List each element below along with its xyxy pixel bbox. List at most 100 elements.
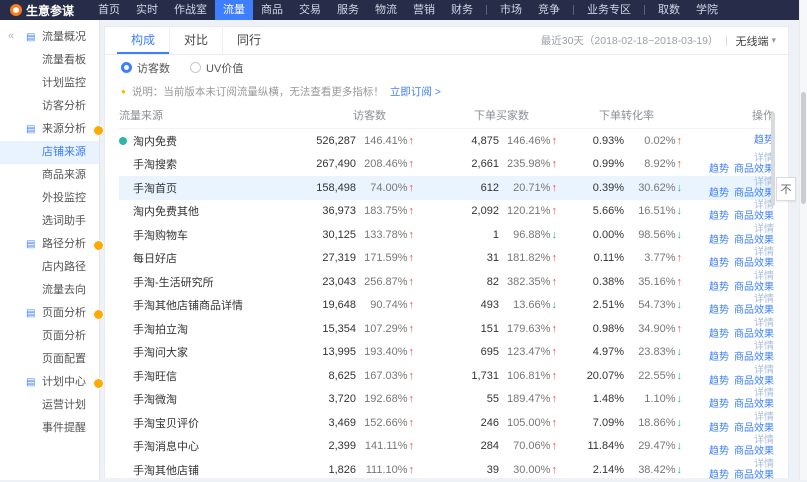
nav-item-首页[interactable]: 首页 xyxy=(90,0,128,20)
action-link-商品效果[interactable]: 商品效果 xyxy=(734,446,774,457)
nav-item-取数[interactable]: 取数 xyxy=(650,0,688,20)
action-link-详情[interactable]: 详情 xyxy=(754,388,774,399)
table-row[interactable]: 手淘拍立淘15,354107.29%↑151179.63%↑0.98%34.90… xyxy=(119,317,774,341)
action-link-商品效果[interactable]: 商品效果 xyxy=(734,211,774,222)
nav-item-财务[interactable]: 财务 xyxy=(443,0,481,20)
table-row[interactable]: 手淘问大家13,995193.40%↑695123.47%↑4.97%23.83… xyxy=(119,341,774,365)
action-link-商品效果[interactable]: 商品效果 xyxy=(734,352,774,363)
nav-item-竞争[interactable]: 竞争 xyxy=(530,0,568,20)
nav-item-商品[interactable]: 商品 xyxy=(253,0,291,20)
table-scrollbar-thumb[interactable] xyxy=(771,112,775,206)
action-link-趋势[interactable]: 趋势 xyxy=(709,470,729,481)
table-row[interactable]: 手淘消息中心2,399141.11%↑28470.06%↑11.84%29.47… xyxy=(119,435,774,459)
action-link-详情[interactable]: 详情 xyxy=(754,294,774,305)
action-link-详情[interactable]: 详情 xyxy=(754,271,774,282)
nav-item-物流[interactable]: 物流 xyxy=(367,0,405,20)
sidebar-item-外投监控[interactable]: 外投监控 xyxy=(0,187,99,210)
tab-构成[interactable]: 构成 xyxy=(117,28,169,54)
metric-option-UV价值[interactable]: UV价值 xyxy=(190,60,243,76)
sidebar-item-店铺来源[interactable]: 店铺来源 xyxy=(0,141,99,164)
action-link-商品效果[interactable]: 商品效果 xyxy=(734,258,774,269)
sidebar-item-路径分析[interactable]: ▤路径分析 xyxy=(0,233,99,256)
action-link-详情[interactable]: 详情 xyxy=(754,341,774,352)
metric-option-访客数[interactable]: 访客数 xyxy=(121,60,170,76)
scrollbar-thumb[interactable] xyxy=(801,92,806,204)
feedback-tab[interactable]: 不 xyxy=(776,177,796,201)
action-link-趋势[interactable]: 趋势 xyxy=(709,235,729,246)
tab-同行[interactable]: 同行 xyxy=(222,28,275,54)
action-link-趋势[interactable]: 趋势 xyxy=(709,352,729,363)
table-row[interactable]: 每日好店27,319171.59%↑31181.82%↑0.11%3.77%↑详… xyxy=(119,247,774,271)
sidebar-item-计划监控[interactable]: 计划监控 xyxy=(0,72,99,95)
table-row[interactable]: 手淘购物车30,125133.78%↑196.88%↓0.00%98.56%↓详… xyxy=(119,223,774,247)
sidebar-item-事件提醒[interactable]: 事件提醒 xyxy=(0,417,99,440)
table-row[interactable]: 手淘首页158,49874.00%↑61220.71%↑0.39%30.62%↓… xyxy=(119,176,774,200)
action-link-商品效果[interactable]: 商品效果 xyxy=(734,305,774,316)
action-link-商品效果[interactable]: 商品效果 xyxy=(734,282,774,293)
nav-item-流量[interactable]: 流量 xyxy=(215,0,253,20)
table-row[interactable]: 手淘旺信8,625167.03%↑1,731106.81%↑20.07%22.5… xyxy=(119,364,774,388)
tab-对比[interactable]: 对比 xyxy=(169,28,222,54)
action-link-详情[interactable]: 详情 xyxy=(754,224,774,235)
action-link-详情[interactable]: 详情 xyxy=(754,412,774,423)
action-link-趋势[interactable]: 趋势 xyxy=(709,164,729,175)
table-row[interactable]: 淘内免费其他36,973183.75%↑2,092120.21%↑5.66%16… xyxy=(119,200,774,224)
action-link-趋势[interactable]: 趋势 xyxy=(709,399,729,410)
action-link-商品效果[interactable]: 商品效果 xyxy=(734,423,774,434)
sidebar-item-流量概况[interactable]: ▤流量概况 xyxy=(0,26,99,49)
action-link-详情[interactable]: 详情 xyxy=(754,365,774,376)
sidebar-item-来源分析[interactable]: ▤来源分析 xyxy=(0,118,99,141)
table-row[interactable]: 手淘其他店铺1,826111.10%↑3930.00%↑2.14%38.42%↓… xyxy=(119,458,774,482)
action-link-商品效果[interactable]: 商品效果 xyxy=(734,188,774,199)
sidebar-item-选词助手[interactable]: 选词助手 xyxy=(0,210,99,233)
action-link-趋势[interactable]: 趋势 xyxy=(709,282,729,293)
sidebar-item-流量看板[interactable]: 流量看板 xyxy=(0,49,99,72)
nav-item-业务专区[interactable]: 业务专区 xyxy=(579,0,639,20)
date-range-selector[interactable]: 最近30天（2018-02-18~2018-03-19） xyxy=(541,33,719,48)
action-link-趋势[interactable]: 趋势 xyxy=(709,211,729,222)
action-link-趋势[interactable]: 趋势 xyxy=(709,446,729,457)
sidebar-item-页面配置[interactable]: 页面配置 xyxy=(0,348,99,371)
nav-item-实时[interactable]: 实时 xyxy=(128,0,166,20)
sidebar-item-计划中心[interactable]: ▤计划中心 xyxy=(0,371,99,394)
sidebar-item-页面分析[interactable]: 页面分析 xyxy=(0,325,99,348)
device-dropdown[interactable]: 无线端 ▾ xyxy=(735,33,776,49)
nav-item-学院[interactable]: 学院 xyxy=(688,0,726,20)
page-scrollbar[interactable] xyxy=(799,0,807,480)
action-link-详情[interactable]: 详情 xyxy=(754,318,774,329)
action-link-详情[interactable]: 详情 xyxy=(754,435,774,446)
action-link-趋势[interactable]: 趋势 xyxy=(709,376,729,387)
table-row[interactable]: 手淘宝贝评价3,469152.66%↑246105.00%↑7.09%18.86… xyxy=(119,411,774,435)
nav-item-市场[interactable]: 市场 xyxy=(492,0,530,20)
action-link-商品效果[interactable]: 商品效果 xyxy=(734,399,774,410)
action-link-趋势[interactable]: 趋势 xyxy=(709,258,729,269)
table-row[interactable]: 手淘搜索267,490208.46%↑2,661235.98%↑0.99%8.9… xyxy=(119,153,774,177)
sidebar-item-店内路径[interactable]: 店内路径 xyxy=(0,256,99,279)
sidebar-item-商品来源[interactable]: 商品来源 xyxy=(0,164,99,187)
expand-dot-icon[interactable] xyxy=(119,137,127,145)
logo[interactable]: 生意参谋 xyxy=(10,2,74,19)
subscribe-link[interactable]: 立即订阅 > xyxy=(390,84,441,99)
action-link-详情[interactable]: 详情 xyxy=(754,459,774,470)
action-link-详情[interactable]: 详情 xyxy=(754,247,774,258)
sidebar-item-访客分析[interactable]: 访客分析 xyxy=(0,95,99,118)
nav-item-作战室[interactable]: 作战室 xyxy=(166,0,215,20)
nav-item-服务[interactable]: 服务 xyxy=(329,0,367,20)
sidebar-item-流量去向[interactable]: 流量去向 xyxy=(0,279,99,302)
action-link-趋势[interactable]: 趋势 xyxy=(709,188,729,199)
action-link-商品效果[interactable]: 商品效果 xyxy=(734,235,774,246)
table-row[interactable]: 淘内免费526,287146.41%↑4,875146.46%↑0.93%0.0… xyxy=(119,129,774,153)
table-row[interactable]: 手淘-生活研究所23,043256.87%↑82382.35%↑0.38%35.… xyxy=(119,270,774,294)
action-link-商品效果[interactable]: 商品效果 xyxy=(734,470,774,481)
action-link-商品效果[interactable]: 商品效果 xyxy=(734,164,774,175)
action-link-商品效果[interactable]: 商品效果 xyxy=(734,376,774,387)
sidebar-item-页面分析[interactable]: ▤页面分析 xyxy=(0,302,99,325)
nav-item-营销[interactable]: 营销 xyxy=(405,0,443,20)
action-link-趋势[interactable]: 趋势 xyxy=(709,329,729,340)
table-row[interactable]: 手淘其他店铺商品详情19,64890.74%↑49313.66%↓2.51%54… xyxy=(119,294,774,318)
action-link-趋势[interactable]: 趋势 xyxy=(709,305,729,316)
action-link-商品效果[interactable]: 商品效果 xyxy=(734,329,774,340)
nav-item-交易[interactable]: 交易 xyxy=(291,0,329,20)
table-row[interactable]: 手淘微淘3,720192.68%↑55189.47%↑1.48%1.10%↓详情… xyxy=(119,388,774,412)
action-link-趋势[interactable]: 趋势 xyxy=(709,423,729,434)
